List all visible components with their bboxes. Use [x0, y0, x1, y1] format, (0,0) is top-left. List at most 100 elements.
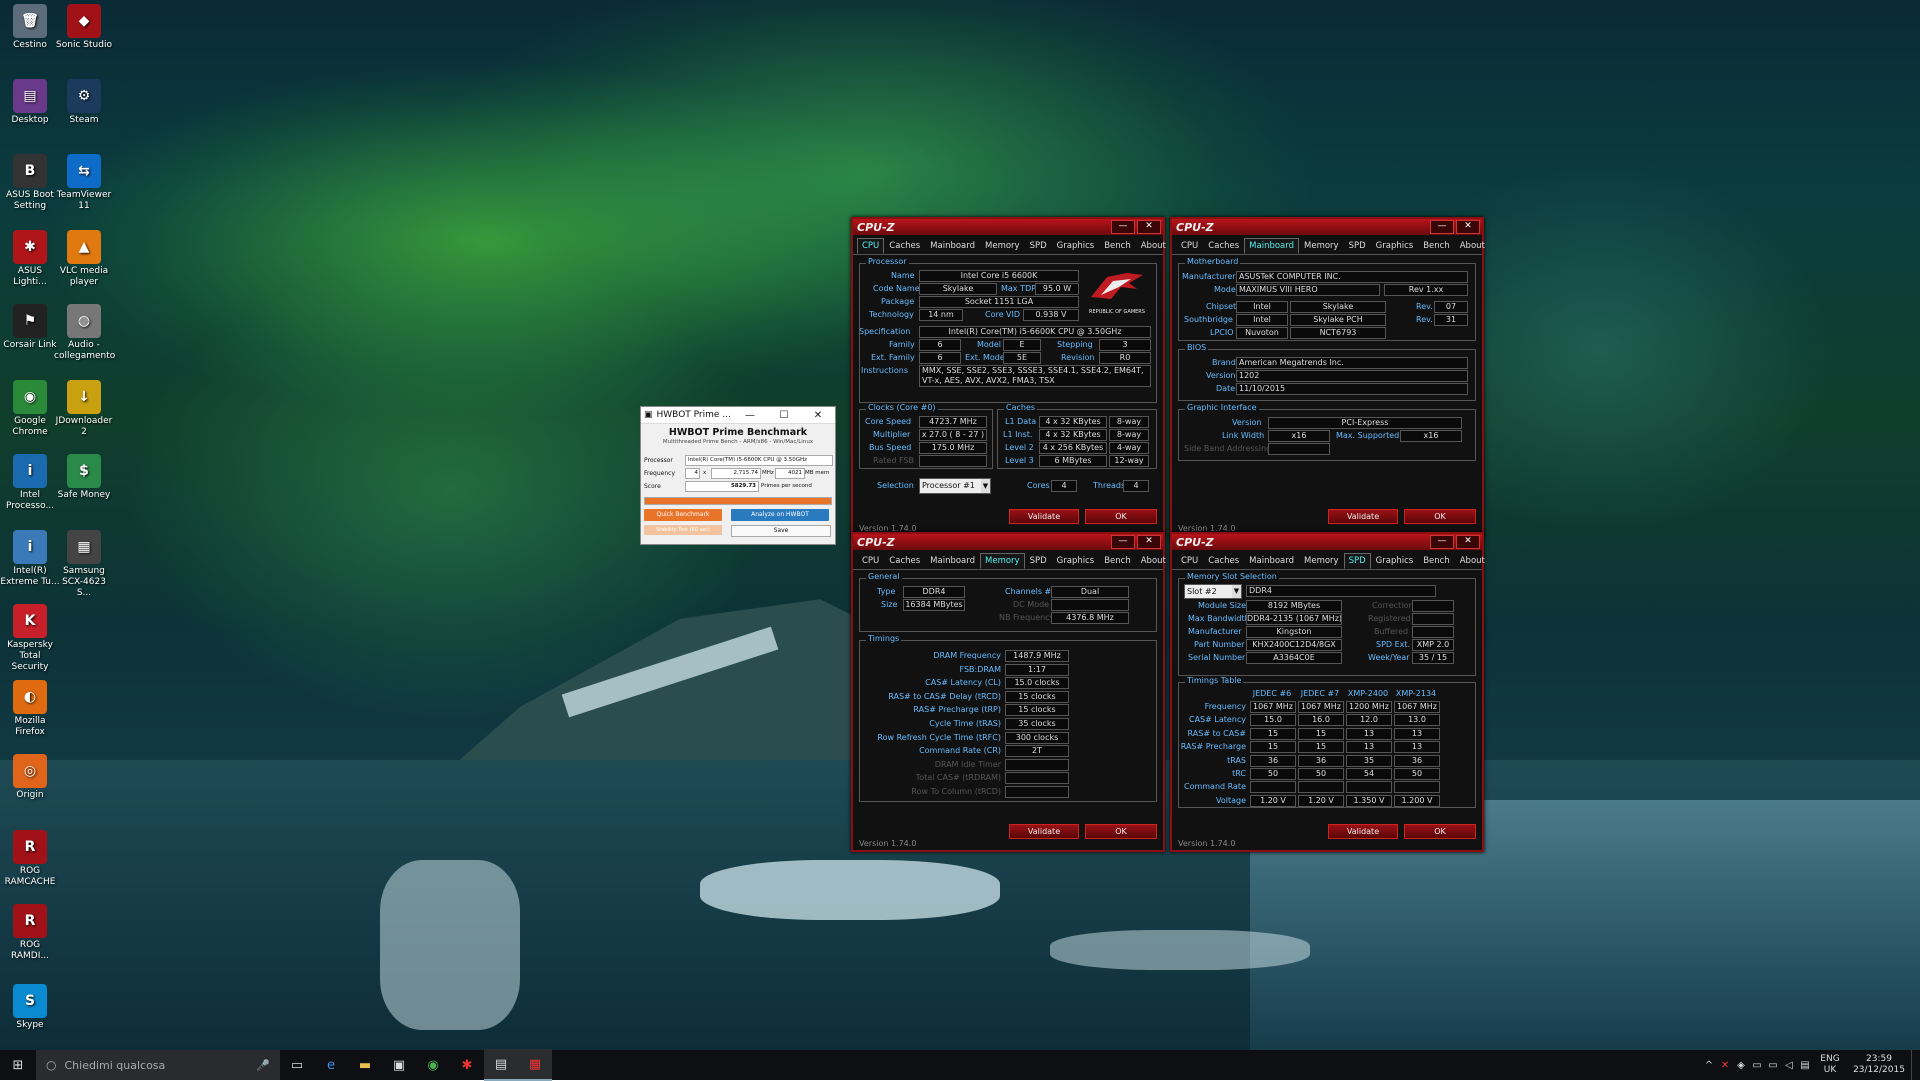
desktop-icon[interactable]: ◎ Origin — [0, 750, 60, 801]
desktop-icon[interactable]: ▤ Desktop — [0, 75, 60, 126]
language-indicator[interactable]: ENG UK — [1813, 1054, 1847, 1076]
tab-mainboard[interactable]: Mainboard — [1244, 553, 1299, 569]
maximize-icon[interactable]: ☐ — [767, 410, 801, 421]
show-desktop-button[interactable] — [1911, 1050, 1920, 1080]
minimize-icon[interactable]: — — [733, 410, 767, 421]
tray-asus-icon[interactable]: ✕ — [1717, 1050, 1733, 1080]
tab-memory[interactable]: Memory — [980, 553, 1025, 569]
stability-test-button[interactable]: Stability Test (60 sec) — [644, 525, 722, 535]
tab-graphics[interactable]: Graphics — [1371, 238, 1419, 254]
cpuz-window-memory[interactable]: CPU-Z — ✕ CPU Caches Mainboard Memory SPD Gra… — [851, 532, 1166, 852]
hwbot-prime-window[interactable]: ▣ HWBOT Prime ... — ☐ ✕ HWBOT Prime Benc… — [640, 406, 836, 545]
cpuz-window-spd[interactable]: CPU-Z — ✕ CPU Caches Mainboard Memory SPD Gra… — [1170, 532, 1485, 852]
clock[interactable]: 23:59 23/12/2015 — [1847, 1054, 1911, 1076]
desktop-icon[interactable]: K Kaspersky Total Security — [0, 600, 60, 673]
validate-button[interactable]: Validate — [1009, 824, 1079, 839]
desktop-icon[interactable]: ⚙ Steam — [54, 75, 114, 126]
edge-icon[interactable]: e — [314, 1050, 348, 1080]
memory-field[interactable]: 4021 — [775, 468, 805, 479]
tab-spd[interactable]: SPD — [1344, 238, 1371, 254]
chevron-down-icon[interactable]: ▼ — [981, 479, 990, 493]
cpuz-window-mainboard[interactable]: CPU-Z — ✕ CPU Caches Mainboard Memory SPD Gra… — [1170, 217, 1485, 537]
minimize-icon[interactable]: — — [1111, 535, 1135, 549]
cpuz-taskbar-icon[interactable]: ▦ — [518, 1049, 552, 1081]
cpuz-titlebar[interactable]: CPU-Z — ✕ — [853, 534, 1163, 550]
notification-icon[interactable]: ▭ — [1749, 1050, 1765, 1080]
file-explorer-icon[interactable]: ▬ — [348, 1050, 382, 1080]
validate-button[interactable]: Validate — [1328, 509, 1398, 524]
core-count-field[interactable]: 4 — [685, 468, 700, 479]
close-icon[interactable]: ✕ — [1456, 535, 1480, 549]
hwbot-titlebar[interactable]: ▣ HWBOT Prime ... — ☐ ✕ — [641, 407, 835, 424]
chevron-down-icon[interactable]: ▼ — [1232, 585, 1241, 598]
desktop-icon[interactable]: $ Safe Money — [54, 450, 114, 501]
minimize-icon[interactable]: — — [1430, 220, 1454, 234]
quick-benchmark-button[interactable]: Quick Benchmark — [644, 509, 722, 521]
tab-bench[interactable]: Bench — [1099, 553, 1136, 569]
desktop-icon[interactable]: ◆ Sonic Studio — [54, 0, 114, 51]
sonic-studio-taskbar-icon[interactable]: ✱ — [450, 1050, 484, 1080]
ok-button[interactable]: OK — [1085, 824, 1157, 839]
desktop-icon[interactable]: 🗑 Cestino — [0, 0, 60, 51]
tab-caches[interactable]: Caches — [1203, 238, 1244, 254]
tab-cpu[interactable]: CPU — [857, 238, 885, 254]
microphone-icon[interactable]: 🎤 — [256, 1059, 270, 1072]
volume-icon[interactable]: ◁ — [1781, 1050, 1797, 1080]
tab-bench[interactable]: Bench — [1418, 238, 1455, 254]
tab-spd[interactable]: SPD — [1343, 553, 1371, 569]
tab-about[interactable]: About — [1136, 238, 1171, 254]
desktop-icon[interactable]: S Skype — [0, 980, 60, 1031]
minimize-icon[interactable]: — — [1111, 220, 1135, 234]
tab-memory[interactable]: Memory — [1299, 553, 1344, 569]
tab-mainboard[interactable]: Mainboard — [925, 553, 980, 569]
ok-button[interactable]: OK — [1085, 509, 1157, 524]
tab-cpu[interactable]: CPU — [1176, 238, 1203, 254]
ok-button[interactable]: OK — [1404, 824, 1476, 839]
desktop-icon[interactable]: ▲ VLC media player — [54, 226, 114, 288]
store-icon[interactable]: ▣ — [382, 1050, 416, 1080]
tab-caches[interactable]: Caches — [884, 238, 925, 254]
tab-cpu[interactable]: CPU — [1176, 553, 1203, 569]
tab-about[interactable]: About — [1455, 553, 1490, 569]
desktop-icon[interactable]: ⚑ Corsair Link — [0, 300, 60, 351]
desktop-icon[interactable]: ◐ Mozilla Firefox — [0, 676, 60, 738]
tab-caches[interactable]: Caches — [884, 553, 925, 569]
desktop-icon[interactable]: R ROG RAMDI... — [0, 900, 60, 962]
network-icon[interactable]: ▭ — [1765, 1050, 1781, 1080]
minimize-icon[interactable]: — — [1430, 535, 1454, 549]
processor-field[interactable]: Intel(R) Core(TM) i5-6600K CPU @ 3.50GHz — [685, 455, 833, 466]
tab-about[interactable]: About — [1455, 238, 1490, 254]
tab-graphics[interactable]: Graphics — [1052, 553, 1100, 569]
desktop-icon[interactable]: ◉ Google Chrome — [0, 376, 60, 438]
desktop-icon[interactable]: R ROG RAMCACHE — [0, 826, 60, 888]
keyboard-icon[interactable]: ▤ — [1797, 1050, 1813, 1080]
desktop-icon[interactable]: ↓ JDownloader 2 — [54, 376, 114, 438]
tab-about[interactable]: About — [1136, 553, 1171, 569]
close-icon[interactable]: ✕ — [1137, 220, 1161, 234]
ok-button[interactable]: OK — [1404, 509, 1476, 524]
tab-caches[interactable]: Caches — [1203, 553, 1244, 569]
cpuz-window-cpu[interactable]: CPU-Z — ✕ CPU Caches Mainboard Memory SPD Gra… — [851, 217, 1166, 537]
validate-button[interactable]: Validate — [1328, 824, 1398, 839]
cpuz-titlebar[interactable]: CPU-Z — ✕ — [1172, 219, 1482, 235]
desktop-icon[interactable]: ✱ ASUS Lighti... — [0, 226, 60, 288]
desktop-icon[interactable]: ◍ Audio - collegamento — [54, 300, 115, 362]
desktop-icon[interactable]: ▦ Samsung SCX-4623 S... — [54, 526, 114, 599]
tab-bench[interactable]: Bench — [1418, 553, 1455, 569]
tab-mainboard[interactable]: Mainboard — [1244, 238, 1300, 254]
close-icon[interactable]: ✕ — [1137, 535, 1161, 549]
desktop-icon[interactable]: B ASUS Boot Setting — [0, 150, 60, 212]
tab-spd[interactable]: SPD — [1025, 238, 1052, 254]
tray-app-icon[interactable]: ◈ — [1733, 1050, 1749, 1080]
desktop-icon[interactable]: i Intel(R) Extreme Tu... — [0, 526, 60, 588]
desktop-icon[interactable]: ⇆ TeamViewer 11 — [54, 150, 114, 212]
tab-memory[interactable]: Memory — [980, 238, 1025, 254]
tab-graphics[interactable]: Graphics — [1371, 553, 1419, 569]
tab-cpu[interactable]: CPU — [857, 553, 884, 569]
tab-memory[interactable]: Memory — [1299, 238, 1344, 254]
search-box[interactable]: ○ Chiedimi qualcosa 🎤 — [36, 1050, 280, 1080]
close-icon[interactable]: ✕ — [1456, 220, 1480, 234]
validate-button[interactable]: Validate — [1009, 509, 1079, 524]
hwbot-taskbar-icon[interactable]: ▤ — [484, 1049, 518, 1081]
tab-mainboard[interactable]: Mainboard — [925, 238, 980, 254]
